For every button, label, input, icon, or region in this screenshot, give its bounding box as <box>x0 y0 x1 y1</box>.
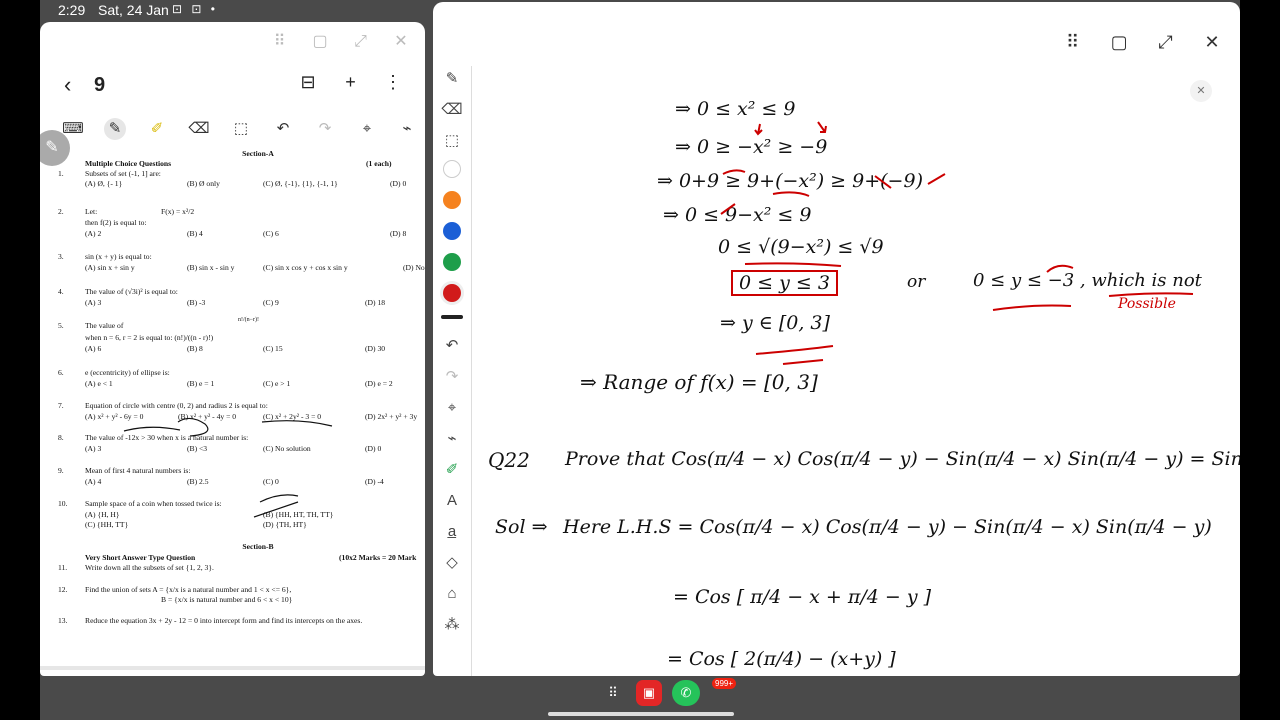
app-drawer-icon[interactable]: ⠿ <box>600 680 626 706</box>
split-view-icon[interactable]: ▢ <box>1105 30 1133 54</box>
wifi-icon: ◥ <box>439 2 450 18</box>
home-indicator[interactable] <box>548 712 734 716</box>
notes-app-icon[interactable]: ▣ <box>636 680 662 706</box>
right-window-controls: ⠿ ▢ ⤢ ✕ <box>1045 30 1226 54</box>
text-format-icon[interactable]: a̲ <box>439 519 465 545</box>
whatsapp-icon[interactable]: ✆ <box>672 680 700 706</box>
color-red-swatch[interactable] <box>443 284 461 302</box>
color-orange-swatch[interactable] <box>443 191 461 209</box>
notification-icons: ⊡ ⊡ • <box>172 2 218 16</box>
color-white-swatch[interactable] <box>443 160 461 178</box>
shape-tool-icon[interactable]: ⌖ <box>439 395 465 421</box>
toolbar-divider <box>471 66 472 676</box>
battery-percent: 94% <box>477 2 506 18</box>
eraser-icon[interactable]: ⌫ <box>439 97 465 123</box>
lasso-icon[interactable]: ⬚ <box>439 128 465 154</box>
pdf-ink-marks <box>123 417 333 518</box>
status-bar: 2:29 Sat, 24 Jan ⊡ ⊡ • ◥ ▮ 94% <box>40 0 1240 656</box>
font-icon[interactable]: A <box>439 488 465 514</box>
pen-icon[interactable]: ✎ <box>439 66 465 92</box>
status-date: Sat, 24 Jan <box>98 2 169 18</box>
stroke-width-indicator[interactable] <box>441 315 463 319</box>
right-window-notes: ⠿ ▢ ⤢ ✕ ✎ ⌫ ⬚ ↶ ↷ ⌖ ⌁ ✐ A a̲ ◇ ⌂ ⁂ ✕ ⇒ 0… <box>433 22 1240 676</box>
handwriting-canvas[interactable]: ⇒ 0 ≤ x² ≤ 9 ⇒ 0 ≥ −x² ≥ −9 ⇒ 0+9 ≥ 9+(−… <box>473 66 1240 676</box>
notification-badge: 999+ <box>712 678 737 689</box>
page-scroll-indicator[interactable] <box>40 666 425 670</box>
status-time: 2:29 <box>58 2 86 18</box>
close-icon[interactable]: ✕ <box>1198 30 1226 54</box>
taskbar-dock: ⠿ ▣ ✆ 999+ <box>600 678 737 710</box>
highlighter-icon[interactable]: ✐ <box>439 457 465 483</box>
ink-annotations <box>720 121 1194 365</box>
color-green-swatch[interactable] <box>443 253 461 271</box>
redo-icon[interactable]: ↷ <box>439 364 465 390</box>
battery-icon: ▮ <box>459 2 468 18</box>
text-tool-icon[interactable]: ⌁ <box>439 426 465 452</box>
tablet-screen: 2:29 Sat, 24 Jan ⊡ ⊡ • ◥ ▮ 94% ⠿ ▢ ⤢ ✕ ‹… <box>40 0 1240 720</box>
undo-icon[interactable]: ↶ <box>439 333 465 359</box>
maximize-icon[interactable]: ⤢ <box>1152 30 1180 54</box>
left-window-pdf: ⠿ ▢ ⤢ ✕ ‹ 9 ⊟ + ⋮ ⌨ ✎ ✐ ⌫ ⬚ ↶ ↷ ⌖ ⌁ ✎ Se… <box>40 22 425 676</box>
lock-icon[interactable]: ⌂ <box>439 581 465 607</box>
color-blue-swatch[interactable] <box>443 222 461 240</box>
shapes-icon[interactable]: ◇ <box>439 550 465 576</box>
note-side-toolbar: ✎ ⌫ ⬚ ↶ ↷ ⌖ ⌁ ✐ A a̲ ◇ ⌂ ⁂ <box>439 66 465 643</box>
more-tools-icon[interactable]: ⁂ <box>439 612 465 638</box>
grip-icon[interactable]: ⠿ <box>1059 30 1087 54</box>
